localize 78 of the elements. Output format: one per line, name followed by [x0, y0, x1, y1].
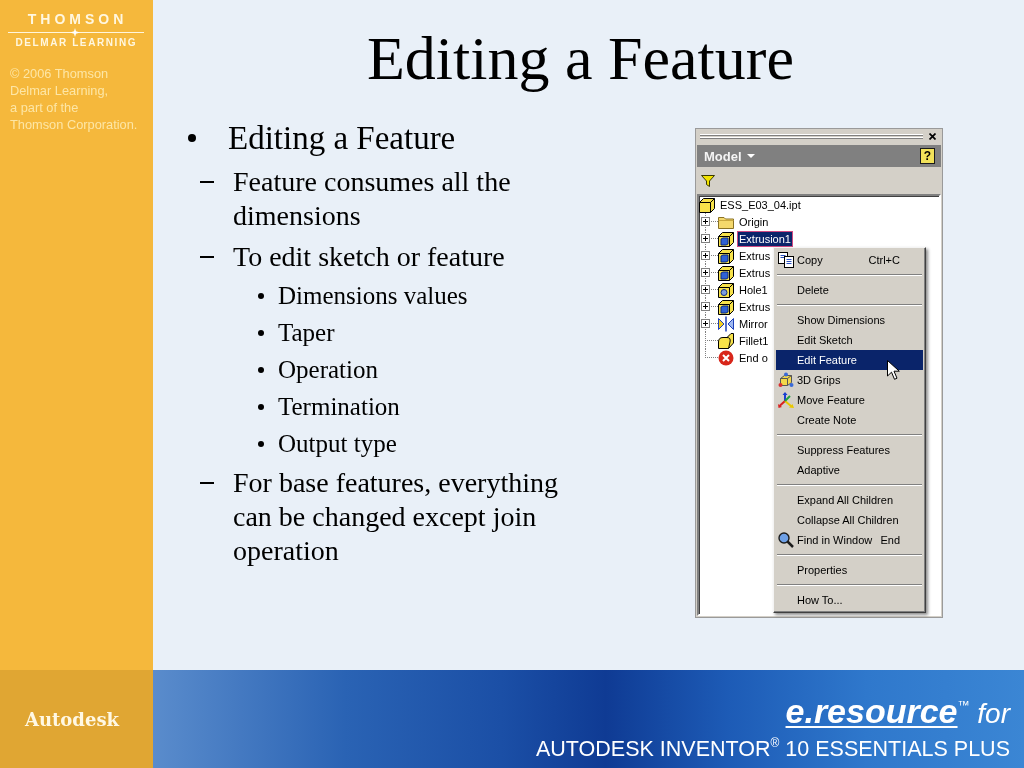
- cube-icon: [718, 264, 734, 281]
- expand-icon[interactable]: [701, 234, 710, 243]
- mirror-icon: [718, 315, 734, 332]
- tree-item[interactable]: ESS_E03_04.ipt: [718, 196, 803, 213]
- dash-icon: [200, 181, 214, 183]
- expand-icon[interactable]: [701, 319, 710, 328]
- expand-icon[interactable]: [701, 217, 710, 226]
- menu-item[interactable]: Expand All Children: [776, 490, 923, 510]
- cube-hole-icon: [718, 281, 734, 298]
- bullet-icon: [188, 134, 196, 142]
- cube-icon: [718, 247, 734, 264]
- tree-item[interactable]: Extrus: [737, 247, 773, 264]
- logo-subtitle: DELMAR LEARNING: [15, 37, 138, 49]
- bullet-icon: [258, 293, 264, 299]
- tree-item[interactable]: Extrus: [737, 264, 773, 281]
- bullet-text: Dimensions values: [278, 281, 468, 311]
- bullet-text: Feature consumes all the dimensions: [233, 165, 512, 233]
- caret-icon[interactable]: [746, 154, 755, 158]
- tree-item[interactable]: Mirror: [737, 315, 770, 332]
- dash-icon: [200, 482, 214, 484]
- slide-title: Editing a Feature: [367, 23, 794, 93]
- menu-item[interactable]: Adaptive: [776, 460, 923, 480]
- bullet-text: Editing a Feature: [228, 119, 456, 158]
- bullet-text: Output type: [278, 429, 397, 459]
- bullet-icon: [258, 441, 264, 447]
- menu-item[interactable]: Collapse All Children: [776, 510, 923, 530]
- dash-icon: [200, 256, 214, 258]
- menu-item[interactable]: Edit Feature: [776, 350, 923, 370]
- expand-icon[interactable]: [701, 268, 710, 277]
- tree-item[interactable]: Fillet1: [737, 332, 771, 349]
- tree-item[interactable]: End o: [737, 349, 770, 366]
- search-icon: [778, 532, 794, 548]
- logo-wordmark: THOMSON: [27, 12, 128, 26]
- cube-icon: [718, 298, 734, 315]
- tree-item[interactable]: Extrus: [737, 298, 773, 315]
- expand-icon[interactable]: [701, 302, 710, 311]
- arrows-icon: [778, 392, 794, 408]
- cube-outline-icon: [699, 196, 715, 213]
- help-button[interactable]: ?: [920, 148, 935, 164]
- mouse-cursor-icon: [887, 360, 900, 380]
- menu-item[interactable]: Copy Ctrl+C: [776, 250, 923, 270]
- expand-icon[interactable]: [701, 251, 710, 260]
- cube-icon: [718, 230, 734, 247]
- menu-item[interactable]: Suppress Features: [776, 440, 923, 460]
- sparkle-line-icon: [7, 28, 144, 37]
- copyright-text: © 2006 Thomson Delmar Learning, a part of the Thomson Corporation.: [10, 65, 139, 133]
- menu-item[interactable]: Create Note: [776, 410, 923, 430]
- menu-item[interactable]: Find in Window End: [776, 530, 923, 550]
- product-title: AUTODESK INVENTOR$^{®}$ 10 ESSENTIALS PLUS: [535, 736, 1010, 762]
- product-tagline: e.resource$^{™}$ for: [785, 691, 1010, 732]
- bullet-icon: [258, 330, 264, 336]
- menu-item[interactable]: Edit Sketch: [776, 330, 923, 350]
- bullet-icon: [258, 367, 264, 373]
- drag-handle[interactable]: [700, 133, 923, 139]
- menu-item[interactable]: Delete: [776, 280, 923, 300]
- rounded-block-icon: [718, 332, 734, 349]
- bullet-text: Operation: [278, 355, 378, 385]
- publisher-name: Autodesk: [25, 708, 120, 730]
- menu-item[interactable]: 3D Grips: [776, 370, 923, 390]
- bullet-text: Taper: [278, 318, 335, 348]
- bullet-text: To edit sketch or feature: [233, 240, 506, 274]
- panel-title[interactable]: Model: [704, 148, 742, 164]
- bullet-text: For base features, everything can be changed except join operation: [233, 466, 559, 568]
- menu-item[interactable]: How To...: [776, 590, 923, 610]
- bullet-text: Termination: [278, 392, 400, 422]
- bullet-icon: [258, 404, 264, 410]
- copy-icon: [778, 252, 794, 268]
- menu-item[interactable]: Properties: [776, 560, 923, 580]
- tree-item[interactable]: Origin: [737, 213, 771, 230]
- filter-icon[interactable]: [701, 174, 715, 187]
- cube-grips-icon: [778, 372, 794, 388]
- expand-icon[interactable]: [701, 285, 710, 294]
- menu-item[interactable]: Show Dimensions: [776, 310, 923, 330]
- tree-item[interactable]: Extrusion1: [737, 230, 793, 247]
- x-circle-icon: [718, 349, 734, 366]
- tree-item[interactable]: Hole1: [737, 281, 770, 298]
- close-icon[interactable]: [929, 132, 936, 140]
- menu-item[interactable]: Move Feature: [776, 390, 923, 410]
